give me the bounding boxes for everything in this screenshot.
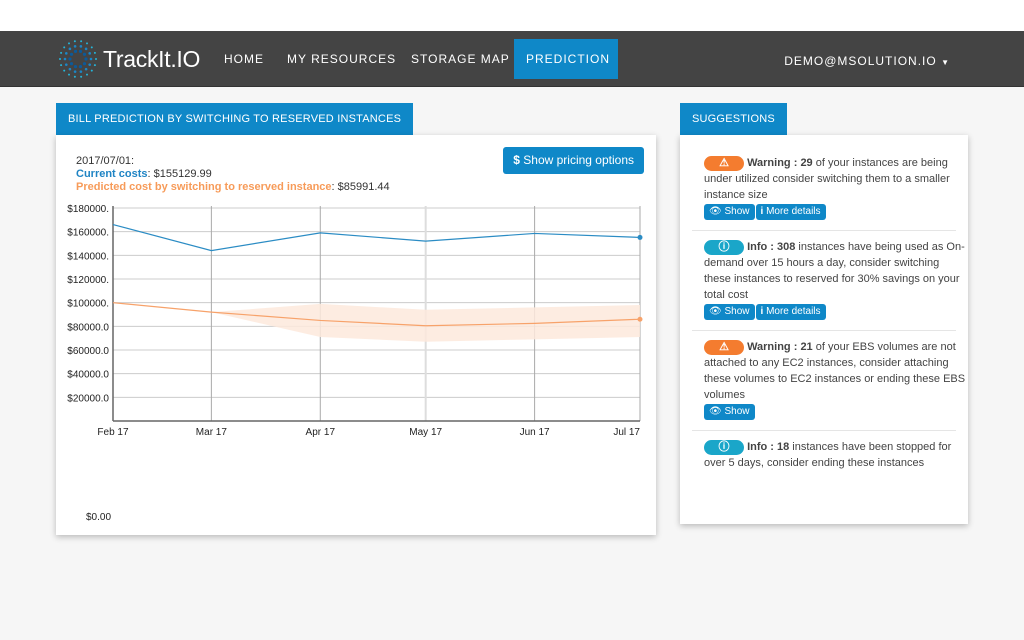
divider [692,230,956,231]
suggestion-item: ⚠ Warning : 21 of your EBS volumes are n… [704,339,966,420]
suggestion-item: ⚠ Warning : 29 of your instances are bei… [704,155,966,220]
suggestions-panel: ⚠ Warning : 29 of your instances are bei… [680,135,968,524]
logo[interactable]: TrackIt.IO [56,39,200,79]
x-tick-label: Apr 17 [306,427,336,438]
warning-icon: ⚠ [704,339,744,355]
x-tick-label: Feb 17 [97,427,129,438]
y-tick-label: $80000.0 [67,322,109,333]
y-tick-label: $20000.0 [67,393,109,404]
y-tick-label: $120000. [67,275,109,286]
info-icon: i [760,306,764,317]
suggestion-text: instances have being used as On-demand o… [704,241,965,301]
data-point [637,316,643,322]
suggestion-count: 21 [800,341,813,353]
cost-chart: $180000. $160000. $140000. $120000. $100000.… [67,204,643,438]
user-menu[interactable]: DEMO@MSOLUTION.IO ▼ [784,39,950,83]
button-label: Show [724,406,750,417]
divider [692,330,956,331]
show-button[interactable]: 👁 Show [704,404,755,420]
data-point [637,234,643,240]
prediction-panel: 2017/07/01: Current costs: $155129.99 Pr… [56,135,656,535]
nav-home[interactable]: HOME [212,39,276,79]
prediction-title: BILL PREDICTION BY SWITCHING TO RESERVED… [56,103,414,135]
y-tick-label: $180000. [67,204,109,215]
info-icon: i [760,206,764,217]
show-button[interactable]: 👁 Show [704,204,755,220]
suggestion-item: ⓘ Info : 18 instances have been stopped … [704,439,966,471]
suggestion-count: 18 [777,441,790,453]
warning-icon: ⚠ [704,155,744,171]
y-tick-label: $40000.0 [67,370,109,381]
nav-storage-map[interactable]: STORAGE MAP [399,39,522,79]
suggestion-item: ⓘ Info : 308 instances have being used a… [704,239,966,320]
button-label: Show [724,306,750,317]
y-tick-label: $60000.0 [67,346,109,357]
nav-my-resources[interactable]: MY RESOURCES [275,39,408,79]
user-email: DEMO@MSOLUTION.IO [784,54,937,68]
zero-label: $0.00 [86,512,112,523]
button-label: More details [766,206,821,217]
button-label: Show [724,206,750,217]
x-tick-label: Mar 17 [196,427,228,438]
suggestion-type: Info : [747,241,777,253]
y-tick-label: $160000. [67,228,109,239]
more-details-button[interactable]: i More details [755,204,826,220]
y-tick-label: $140000. [67,251,109,262]
show-button[interactable]: 👁 Show [704,304,755,320]
suggestion-type: Warning : [747,341,801,353]
button-label: More details [766,306,821,317]
x-tick-label: Jun 17 [520,427,550,438]
eye-icon: 👁 [709,406,722,417]
nav-prediction[interactable]: PREDICTION [514,39,618,79]
suggestion-type: Info : [747,441,777,453]
suggestion-count: 308 [777,241,796,253]
navbar: TrackIt.IO HOME MY RESOURCES STORAGE MAP… [0,31,1024,87]
logo-text: TrackIt.IO [103,45,201,72]
suggestions-title: SUGGESTIONS [680,103,787,135]
x-tick-label: Jul 17 [613,427,640,438]
divider [692,430,956,431]
info-icon: ⓘ [704,239,744,255]
suggestion-type: Warning : [747,157,801,169]
more-details-button[interactable]: i More details [755,304,826,320]
current-cost-line [112,223,641,252]
eye-icon: 👁 [709,206,722,217]
eye-icon: 👁 [709,306,722,317]
logo-icon [59,40,97,78]
top-bar [0,0,1024,31]
suggestion-text: of your EBS volumes are not attached to … [704,341,966,401]
x-tick-label: May 17 [409,427,442,438]
info-icon: ⓘ [704,439,744,455]
caret-down-icon: ▼ [941,58,950,67]
suggestion-count: 29 [800,157,813,169]
y-tick-label: $100000. [67,299,109,310]
